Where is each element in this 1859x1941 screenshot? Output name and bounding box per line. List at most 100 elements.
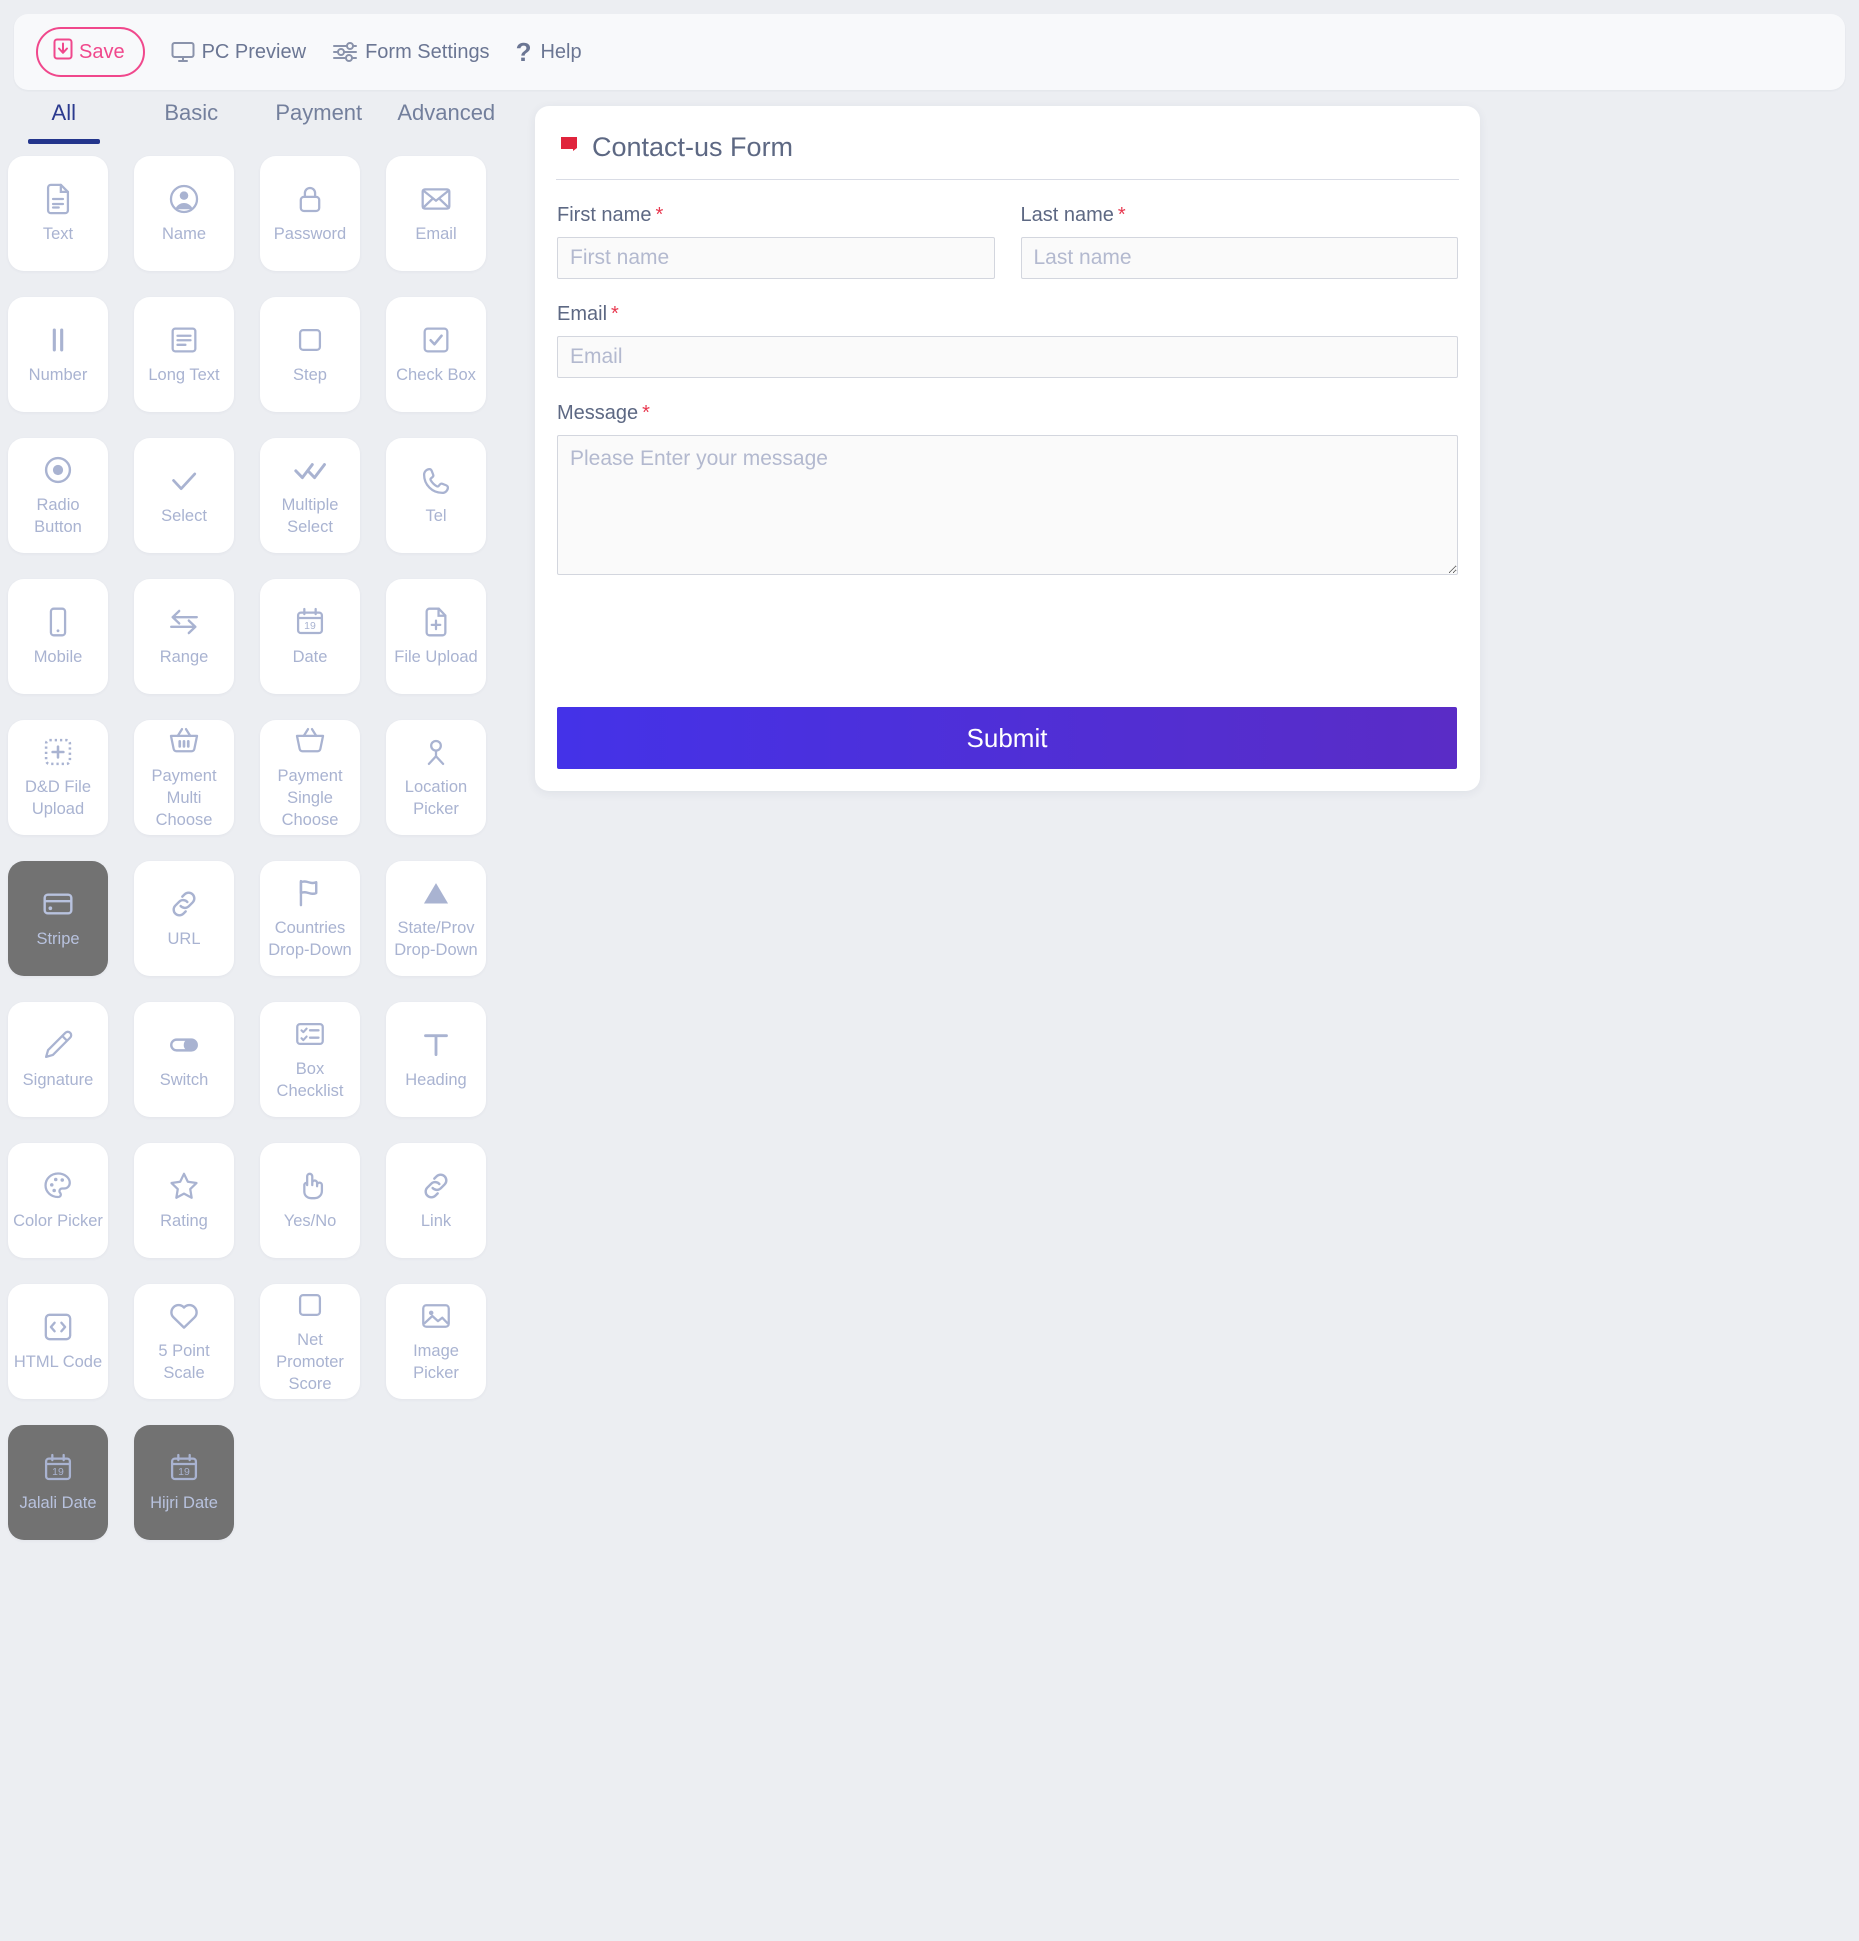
palette-item-countries-drop-down[interactable]: Countries Drop-Down [260,861,360,976]
palette-item-label: Payment Single Choose [277,766,343,830]
form-builder-app: Save PC Preview Form Settings ? Help All… [0,0,1859,1941]
palette-item-mobile[interactable]: Mobile [8,579,108,694]
question-mark-icon: ? [515,37,532,67]
tab-payment[interactable]: Payment [255,100,383,144]
pc-preview-label: PC Preview [201,40,307,63]
save-button[interactable]: Save [36,27,145,77]
palette-item-label: Net Promoter Score [276,1330,344,1394]
palette-item-tel[interactable]: Tel [386,438,486,553]
help-button[interactable]: ? Help [516,39,582,65]
email-input[interactable] [557,336,1458,378]
palette-item-payment-multi-choose[interactable]: Payment Multi Choose [134,720,234,835]
palette-item-step[interactable]: Step [260,297,360,412]
palette-item-yes-no[interactable]: Yes/No [260,1143,360,1258]
palette-item-switch[interactable]: Switch [134,1002,234,1117]
location-pin-icon [419,735,453,769]
dashed-plus-icon [41,735,75,769]
form-title-row: Contact-us Form [556,132,1459,180]
message-label-text: Message [557,402,639,424]
submit-button[interactable]: Submit [557,707,1457,769]
palette-item-label: Multiple Select [281,495,339,536]
last-name-group: Last name * [1020,204,1458,279]
palette-item-multiple-select[interactable]: Multiple Select [260,438,360,553]
palette-item-label: File Upload [394,647,478,666]
palette-icon [41,1169,75,1203]
save-download-icon [52,37,74,67]
palette-item-state-prov-drop-down[interactable]: State/Prov Drop-Down [386,861,486,976]
svg-text:19: 19 [52,1467,64,1478]
heart-outline-icon [167,1299,201,1333]
tab-advanced[interactable]: Advanced [383,100,511,144]
palette-item-radio-button[interactable]: Radio Button [8,438,108,553]
last-name-input[interactable] [1020,237,1458,279]
tab-basic[interactable]: Basic [128,100,256,144]
pointing-hand-icon [293,1169,327,1203]
palette-item-number[interactable]: Number [8,297,108,412]
palette-item-jalali-date[interactable]: 19 Jalali Date [8,1425,108,1540]
monitor-icon [171,41,195,63]
pen-icon [41,1028,75,1062]
palette-item-text[interactable]: Text [8,156,108,271]
palette-item-label: Hijri Date [150,1493,218,1512]
tab-all[interactable]: All [0,100,128,144]
first-name-input[interactable] [557,237,995,279]
palette-item-file-upload[interactable]: File Upload [386,579,486,694]
last-name-label-text: Last name [1020,204,1114,226]
sliders-icon [332,41,358,63]
palette-item-range[interactable]: Range [134,579,234,694]
radio-button-icon [41,453,75,487]
palette-item-box-checklist[interactable]: Box Checklist [260,1002,360,1117]
palette-item-label: HTML Code [13,1352,103,1371]
toggle-switch-icon [167,1028,201,1062]
palette-item-long-text[interactable]: Long Text [134,297,234,412]
palette-item-rating[interactable]: Rating [134,1143,234,1258]
palette-item-check-box[interactable]: Check Box [386,297,486,412]
email-label-text: Email [557,303,608,325]
top-toolbar: Save PC Preview Form Settings ? Help [14,14,1845,90]
first-name-label: First name * [557,204,663,227]
palette-item-label: Heading [405,1070,467,1089]
palette-item-signature[interactable]: Signature [8,1002,108,1117]
page-title: Contact-us Form [592,132,794,162]
file-plus-icon [419,605,453,639]
form-settings-button[interactable]: Form Settings [332,41,490,64]
palette-item-email[interactable]: Email [386,156,486,271]
palette-item-date[interactable]: 19 Date [260,579,360,694]
text-lines-icon [167,323,201,357]
name-row: First name* Last name* [555,204,1460,279]
palette-item-label: Box Checklist [276,1059,344,1100]
palette-item-stripe[interactable]: Stripe [8,861,108,976]
double-check-icon [293,453,327,487]
basket-empty-icon [293,724,327,758]
palette-item-label: Mobile [33,647,83,666]
palette-item-label: Number [28,365,88,384]
palette-item-label: Jalali Date [19,1493,97,1512]
message-textarea[interactable] [557,435,1458,575]
palette-item-heading[interactable]: Heading [386,1002,486,1117]
palette-item-net-promoter-score[interactable]: Net Promoter Score [260,1284,360,1399]
palette-item-d-d-file-upload[interactable]: D&D File Upload [8,720,108,835]
palette-item-payment-single-choose[interactable]: Payment Single Choose [260,720,360,835]
palette-item-html-code[interactable]: HTML Code [8,1284,108,1399]
palette-item-password[interactable]: Password [260,156,360,271]
palette-item-color-picker[interactable]: Color Picker [8,1143,108,1258]
palette-item-url[interactable]: URL [134,861,234,976]
required-asterisk: * [1117,204,1126,226]
credit-card-icon [41,887,75,921]
palette-item-hijri-date[interactable]: 19 Hijri Date [134,1425,234,1540]
palette-item-image-picker[interactable]: Image Picker [386,1284,486,1399]
palette-item-select[interactable]: Select [134,438,234,553]
palette-item-link[interactable]: Link [386,1143,486,1258]
palette-item-5-point-scale[interactable]: 5 Point Scale [134,1284,234,1399]
square-outline-icon [293,1288,327,1322]
palette-item-label: Text [42,224,74,243]
first-name-label-text: First name [557,204,652,226]
link-chain-icon [167,887,201,921]
palette-item-label: Radio Button [34,495,82,536]
pc-preview-button[interactable]: PC Preview [171,41,306,64]
palette-item-location-picker[interactable]: Location Picker [386,720,486,835]
palette-item-name[interactable]: Name [134,156,234,271]
message-row: Message * [555,402,1460,580]
palette-item-label: Image Picker [413,1341,459,1382]
palette-item-label: Password [273,224,347,243]
